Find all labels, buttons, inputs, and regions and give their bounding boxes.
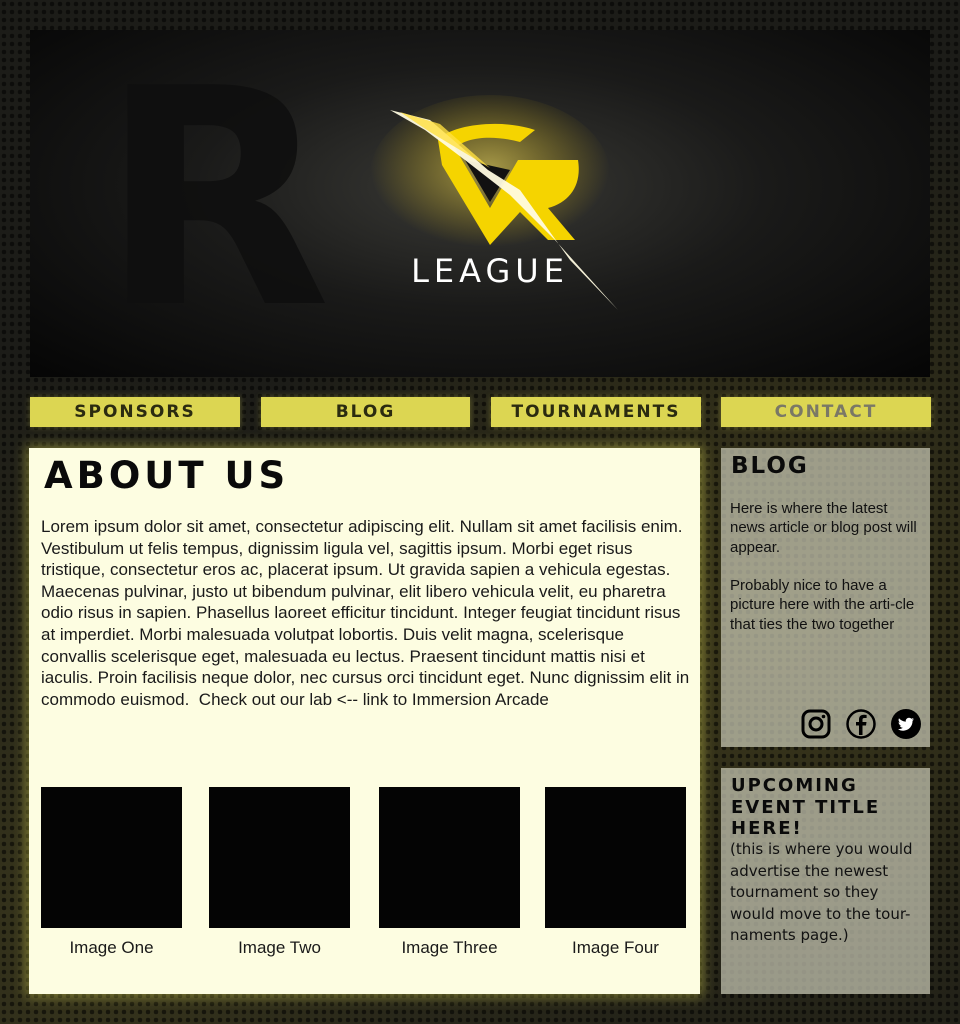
nav-sponsors[interactable]: SPONSORS: [30, 397, 240, 427]
about-title: ABOUT US: [44, 454, 290, 497]
about-body-text: Lorem ipsum dolor sit amet, consectetur …: [41, 517, 690, 709]
header-banner: R LEAGUE: [30, 30, 930, 377]
facebook-icon[interactable]: [845, 708, 877, 740]
image-two-caption: Image Two: [238, 938, 321, 957]
immersion-arcade-link[interactable]: Check out our lab <-- link to Immersion …: [199, 690, 549, 709]
event-title: UPCOMING EVENT TITLE HERE!: [731, 775, 881, 839]
blog-title: BLOG: [731, 453, 809, 479]
nav-tournaments[interactable]: TOURNAMENTS: [491, 397, 701, 427]
nav-contact[interactable]: CONTACT: [721, 397, 931, 427]
image-two[interactable]: [209, 787, 350, 928]
blog-paragraph-1: Here is where the latest news article or…: [730, 500, 917, 556]
background-letter: R: [100, 30, 332, 374]
event-panel: UPCOMING EVENT TITLE HERE! (this is wher…: [721, 768, 930, 994]
about-section: ABOUT US Lorem ipsum dolor sit amet, con…: [29, 448, 700, 994]
about-body: Lorem ipsum dolor sit amet, consectetur …: [41, 516, 691, 710]
image-four[interactable]: [545, 787, 686, 928]
blog-panel: BLOG Here is where the latest news artic…: [721, 448, 930, 747]
image-one[interactable]: [41, 787, 182, 928]
nav-blog[interactable]: BLOG: [261, 397, 470, 427]
image-three-caption: Image Three: [401, 938, 498, 957]
blog-paragraph-2: Probably nice to have a picture here wit…: [730, 577, 915, 633]
event-description: (this is where you would advertise the n…: [730, 840, 913, 945]
twitter-icon[interactable]: [890, 708, 922, 740]
image-four-caption: Image Four: [572, 938, 659, 957]
image-three[interactable]: [379, 787, 520, 928]
logo-text: LEAGUE: [411, 252, 569, 290]
image-one-caption: Image One: [69, 938, 154, 957]
instagram-icon[interactable]: [800, 708, 832, 740]
